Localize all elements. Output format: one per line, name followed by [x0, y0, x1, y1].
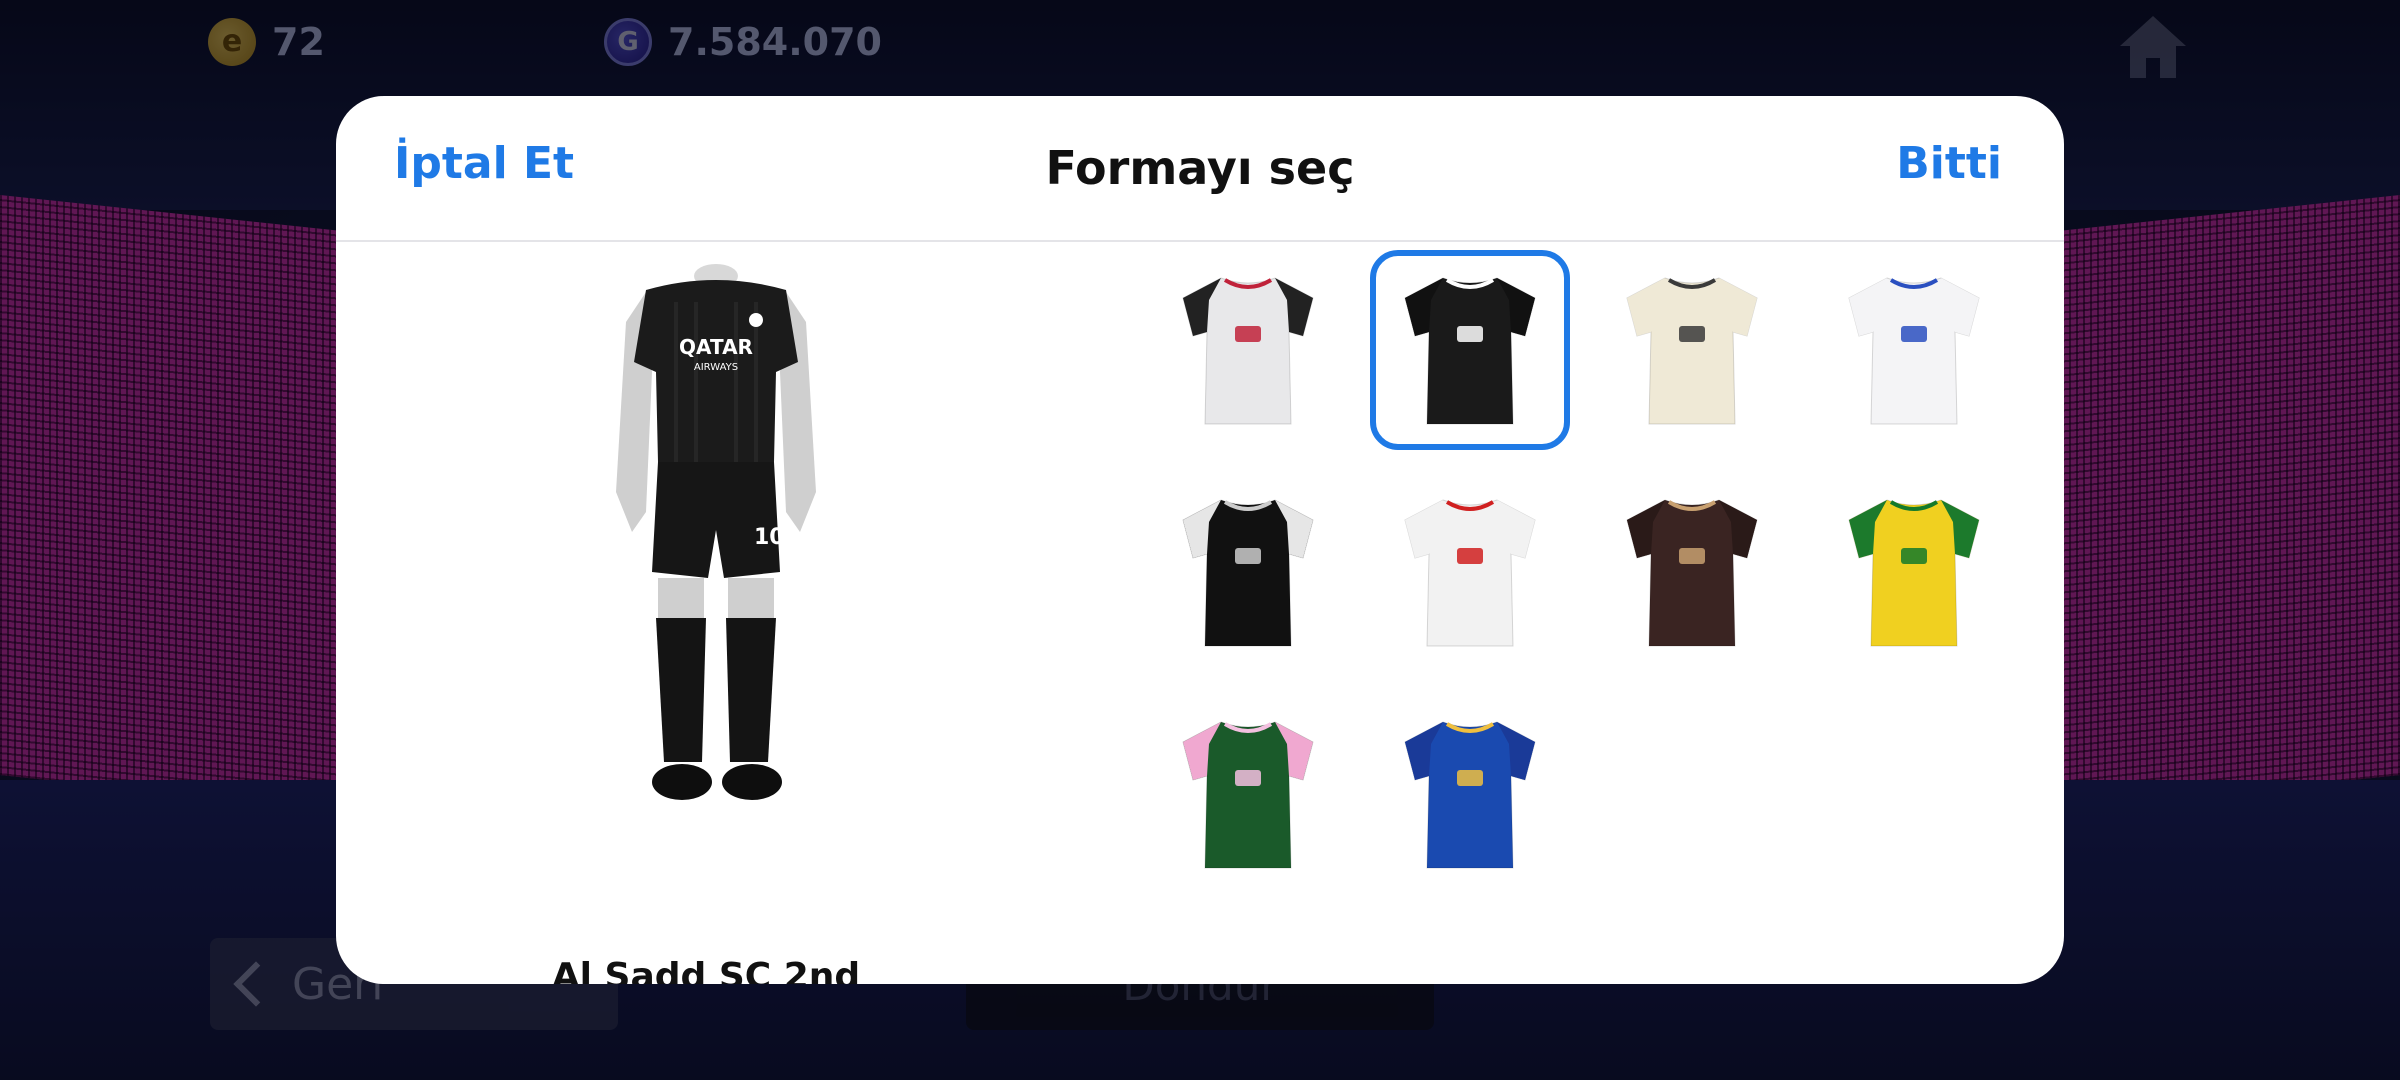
dialog-title: Formayı seç	[1045, 141, 1355, 195]
jersey-icon	[1626, 499, 1758, 647]
jersey-icon	[1404, 499, 1536, 647]
jersey-icon	[1404, 277, 1536, 425]
kit-option[interactable]	[1148, 250, 1348, 450]
kit-preview: QATAR AIRWAYS 10 Al Sadd SC 2nd	[336, 242, 1076, 984]
kit-option[interactable]	[1370, 250, 1570, 450]
kit-option[interactable]	[1814, 250, 2014, 450]
jersey-icon	[1182, 499, 1314, 647]
jersey-icon	[1626, 277, 1758, 425]
player-kit-preview-image: QATAR AIRWAYS 10	[616, 264, 816, 800]
kit-option[interactable]	[1370, 694, 1570, 894]
kit-option[interactable]	[1148, 694, 1348, 894]
jersey-icon	[1848, 277, 1980, 425]
jersey-icon	[1182, 277, 1314, 425]
kit-select-dialog: İptal Et Formayı seç Bitti QATAR AIRWAYS…	[336, 96, 2064, 984]
svg-text:AIRWAYS: AIRWAYS	[694, 362, 738, 373]
preview-kit-name: Al Sadd SC 2nd	[551, 956, 861, 984]
kit-option[interactable]	[1370, 472, 1570, 672]
jersey-icon	[1182, 721, 1314, 869]
kit-option[interactable]	[1592, 250, 1792, 450]
jersey-icon	[1848, 499, 1980, 647]
cancel-button[interactable]: İptal Et	[394, 138, 574, 189]
dialog-header: İptal Et Formayı seç Bitti	[336, 96, 2064, 242]
svg-text:QATAR: QATAR	[679, 335, 753, 359]
kit-option[interactable]	[1148, 472, 1348, 672]
kit-option[interactable]	[1814, 472, 2014, 672]
kit-option[interactable]	[1592, 472, 1792, 672]
done-button[interactable]: Bitti	[1896, 138, 2002, 189]
jersey-icon	[1404, 721, 1536, 869]
svg-text:10: 10	[754, 525, 785, 550]
